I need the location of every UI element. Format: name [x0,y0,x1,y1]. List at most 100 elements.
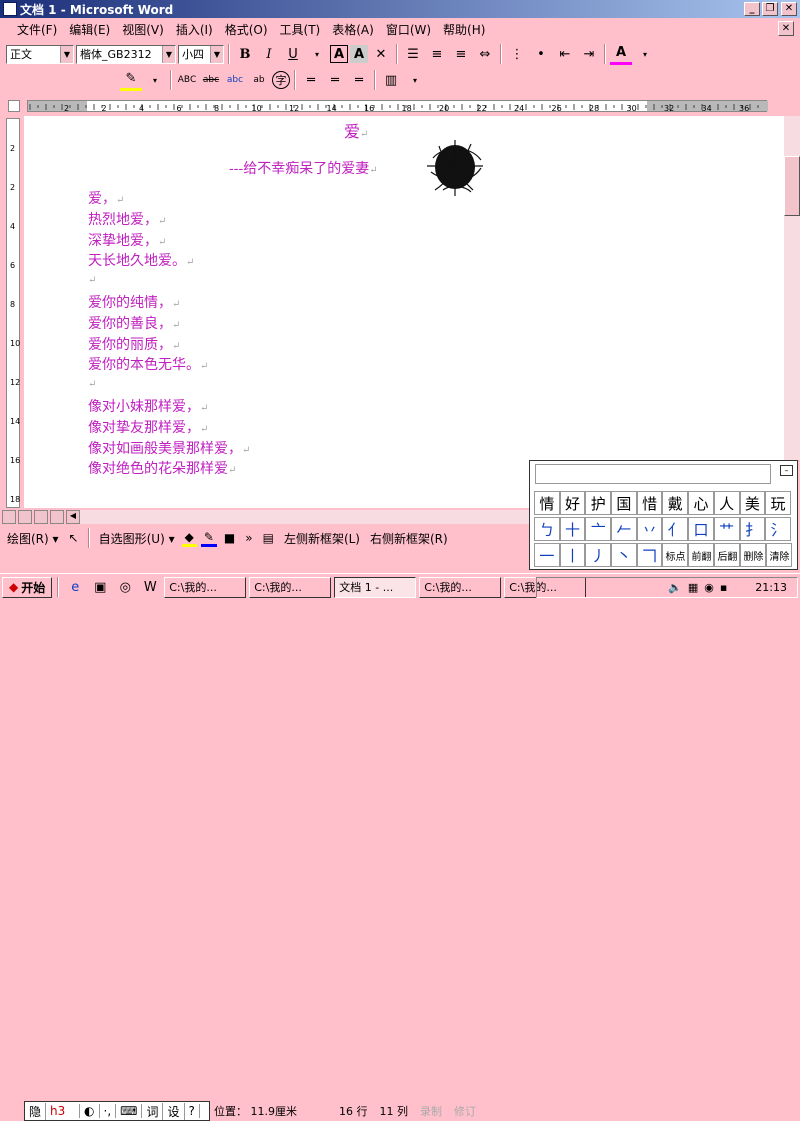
hw-cell[interactable]: 一 [534,543,560,567]
hw-cell[interactable]: 𠃍 [636,543,663,567]
menu-view[interactable]: 视图(V) [117,21,169,38]
hw-cell[interactable]: 国 [611,491,637,515]
menu-tools[interactable]: 工具(T) [275,21,326,38]
vertical-scrollbar[interactable] [784,116,800,460]
new-left-frame-button[interactable]: 左侧新框架(L) [281,530,363,547]
char-shading-icon[interactable]: A [350,45,368,63]
tray-app-icon[interactable]: ◉ [704,581,714,594]
highlight-icon[interactable]: ✎ [120,69,142,91]
ime-help-icon[interactable]: ? [185,1104,200,1118]
autoshapes-button[interactable]: 自选图形(U) ▾ [96,530,178,547]
minimize-panel-icon[interactable]: – [780,465,793,476]
start-button[interactable]: ◆ 开始 [2,576,53,598]
line-style-icon[interactable]: ═ [324,69,346,91]
font-size-combo[interactable]: 小四 ▼ [178,44,224,64]
minimize-button[interactable]: _ [744,2,760,16]
hw-cell[interactable]: 玩 [765,491,791,515]
chevron-down-icon[interactable]: ▾ [144,69,166,91]
hw-cell[interactable]: 丶 [611,543,637,567]
distributed-align-icon[interactable]: ⇔ [474,43,496,65]
line-style-icon[interactable]: ═ [300,69,322,91]
hw-cell[interactable]: 丨 [559,543,586,567]
draw-menu-button[interactable]: 绘图(R) ▾ [4,530,62,547]
line-color-icon[interactable]: ✎ [200,530,217,547]
hw-cell[interactable]: 惜 [636,491,663,515]
word-quick-icon[interactable]: W [139,576,161,598]
enclose-char-icon[interactable]: 字 [272,71,290,89]
hw-cell[interactable]: 删除 [740,543,767,567]
numbering-icon[interactable]: ⋮ [506,43,528,65]
font-color-icon[interactable]: A [610,43,632,65]
web-view-icon[interactable] [18,509,32,524]
increase-indent-icon[interactable]: ⇥ [578,43,600,65]
new-right-frame-button[interactable]: 右侧新框架(R) [367,530,451,547]
more-buttons-icon[interactable]: » [242,531,255,545]
menu-edit[interactable]: 编辑(E) [64,21,115,38]
underline-icon[interactable]: U [282,43,304,65]
chevron-down-icon[interactable]: ▾ [404,69,426,91]
chevron-down-icon[interactable]: ▼ [210,45,223,63]
font-combo[interactable]: 楷体_GB2312 ▼ [76,44,176,64]
ime-word-button[interactable]: 词 [142,1102,164,1120]
style-combo[interactable]: 正文 ▼ [6,44,74,64]
task-button-word[interactable]: 文档 1 - ... [334,576,417,598]
char-border-icon[interactable]: A [330,45,348,63]
ime-halfwidth-icon[interactable]: ◐ [80,1104,100,1118]
menu-insert[interactable]: 插入(I) [171,21,218,38]
hw-cell[interactable]: 丷 [636,517,663,541]
horizontal-scroll-track[interactable] [80,510,530,524]
menu-window[interactable]: 窗口(W) [381,21,436,38]
task-button[interactable]: C:\我的... [249,576,332,598]
shadow-icon[interactable]: ■ [221,531,238,545]
align-justify-icon[interactable]: ☰ [402,43,424,65]
word-app-icon[interactable] [3,2,17,16]
network-icon[interactable]: ▦ [688,581,698,594]
chevron-down-icon[interactable]: ▼ [162,45,175,63]
soft-keyboard-icon[interactable]: ⌨ [116,1104,143,1118]
hw-cell[interactable]: 十 [559,517,586,541]
hw-cell[interactable]: 亻 [662,517,689,541]
scrollbar-thumb[interactable] [784,156,800,216]
spelling-icon[interactable]: ABC [176,69,198,91]
tab-selector-icon[interactable] [8,100,20,112]
select-objects-icon[interactable]: ↖ [66,531,82,545]
hw-cell[interactable]: 后翻 [714,543,741,567]
menu-format[interactable]: 格式(O) [220,21,273,38]
hw-cell[interactable]: 丿 [585,543,612,567]
hw-cell[interactable]: 口 [688,517,714,541]
ie-icon[interactable]: e [64,576,86,598]
page-view-icon[interactable] [34,509,48,524]
task-button[interactable]: C:\我的... [164,576,247,598]
chevron-down-icon[interactable]: ▾ [306,43,328,65]
outline-view-icon[interactable] [50,509,64,524]
desktop-icon[interactable]: ▣ [89,576,111,598]
hw-cell[interactable]: 好 [559,491,586,515]
italic-icon[interactable]: I [258,43,280,65]
task-button[interactable]: C:\我的... [419,576,502,598]
ime-hide-button[interactable]: 隐 [25,1102,47,1120]
scroll-left-icon[interactable]: ◀ [66,509,80,524]
hw-cell[interactable]: 氵 [765,517,791,541]
status-track[interactable]: 修订 [454,1103,476,1119]
phonetic-guide-icon[interactable]: abc [224,69,246,91]
volume-icon[interactable]: 🔈 [668,581,682,594]
strikethrough-icon[interactable]: abc [200,69,222,91]
document-close-button[interactable]: ✕ [778,21,794,36]
chevron-down-icon[interactable]: ▼ [60,45,73,63]
hw-cell[interactable]: 清除 [766,543,793,567]
document-area[interactable]: 爱↵ ---给不幸痴呆了的爱妻↵ 爱，↵ 热烈地爱，↵ 深挚地爱，↵ 天长地久地爱。↵… [24,116,784,508]
hw-cell[interactable]: 护 [585,491,612,515]
table-columns-icon[interactable]: ▥ [380,69,402,91]
chevron-down-icon[interactable]: ▾ [634,43,656,65]
status-record[interactable]: 录制 [420,1103,442,1119]
hw-cell[interactable]: 艹 [713,517,740,541]
fill-color-icon[interactable]: ◆ [181,530,197,547]
hw-cell[interactable]: 人 [713,491,740,515]
ime-punctuation-icon[interactable]: ·, [100,1104,117,1118]
hw-cell[interactable]: 扌 [739,517,766,541]
hw-cell[interactable]: 美 [739,491,766,515]
hw-cell[interactable]: ㄅ [534,517,560,541]
hw-cell[interactable]: 戴 [662,491,689,515]
bold-icon[interactable]: B [234,43,256,65]
hw-cell[interactable]: 心 [688,491,714,515]
